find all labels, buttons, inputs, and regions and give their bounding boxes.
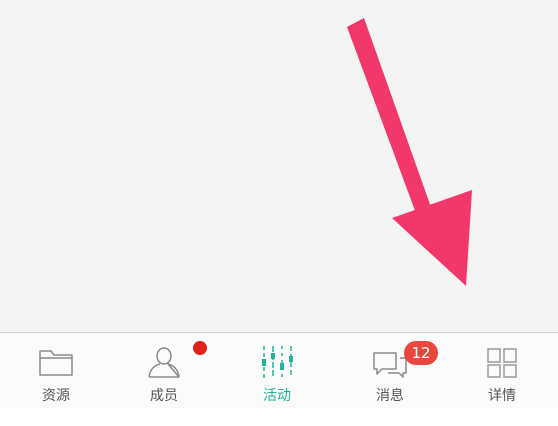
tab-members[interactable]: 成员 [108, 333, 220, 409]
folder-icon [36, 345, 76, 379]
bottom-strip [0, 408, 558, 426]
tab-activity[interactable]: 活动 [221, 333, 333, 409]
members-notification-dot [193, 341, 207, 355]
tab-messages-label: 消息 [376, 388, 404, 404]
tab-members-label: 成员 [150, 388, 178, 404]
activity-bars-icon [257, 345, 297, 379]
tab-messages[interactable]: 12 消息 [334, 333, 446, 409]
tab-details[interactable]: 详情 [446, 333, 558, 409]
messages-unread-badge: 12 [404, 341, 438, 365]
bottom-tab-bar: 资源 成员 活动 12 消息 详情 [0, 332, 558, 408]
tab-activity-label: 活动 [263, 388, 291, 404]
tab-resources[interactable]: 资源 [0, 333, 112, 409]
details-grid-icon [482, 345, 522, 379]
tab-details-label: 详情 [488, 388, 516, 404]
person-icon [144, 345, 184, 379]
pointer-arrow-icon [347, 18, 472, 286]
tab-resources-label: 资源 [42, 388, 70, 404]
